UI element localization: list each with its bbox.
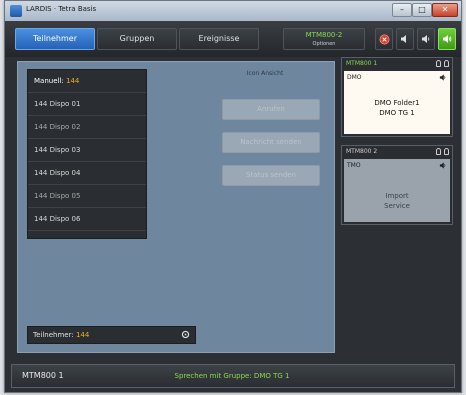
participant-counter: Teilnehmer: 144 <box>27 326 196 344</box>
list-item[interactable]: Manuell: 144 <box>28 70 146 93</box>
card-title: MTM800 2 <box>346 148 378 155</box>
list-item[interactable]: 144 Dispo 01 <box>28 93 146 116</box>
send-message-button[interactable]: Nachricht senden <box>222 132 320 153</box>
status-message: Sprechen mit Gruppe: DMO TG 1 <box>174 372 290 380</box>
list-item[interactable]: 144 Dispo 03 <box>28 139 146 162</box>
list-item[interactable]: 144 Dispo 04 <box>28 162 146 185</box>
card-mode: TMO <box>347 162 361 169</box>
device-card-1[interactable]: MTM800 1 DMO DMO Folder1 DMO TG 1 <box>341 57 453 137</box>
card-header: MTM800 2 <box>342 146 452 158</box>
emergency-button[interactable] <box>375 28 393 50</box>
list-item[interactable]: 144 Dispo 05 <box>28 185 146 208</box>
lock-icon <box>436 60 441 67</box>
card-folder: DMO Folder1 <box>374 99 420 107</box>
card-header-icons <box>436 148 449 155</box>
close-button[interactable]: ✕ <box>432 3 458 17</box>
card-body: TMO Import Service <box>344 159 450 222</box>
speaker-icon <box>439 162 446 169</box>
volume-up-button[interactable] <box>438 28 456 50</box>
tab-teilnehmer[interactable]: Teilnehmer <box>15 28 95 50</box>
card-folder: Import <box>385 192 409 200</box>
lock-icon <box>444 148 449 155</box>
tab-gruppen[interactable]: Gruppen <box>97 28 177 50</box>
card-mode: DMO <box>347 74 362 81</box>
minimize-button[interactable]: – <box>392 3 412 17</box>
speaker-mute-icon <box>401 35 406 43</box>
window-title: LARDIS · Tetra Basis <box>26 5 97 13</box>
refresh-icon[interactable] <box>181 330 190 339</box>
top-navigation: Teilnehmer Gruppen Ereignisse MTM800-2 O… <box>5 21 461 57</box>
volume-down-button[interactable] <box>417 28 435 50</box>
counter-label: Teilnehmer: <box>33 331 74 339</box>
icon-view-toggle[interactable]: Icon Ansicht <box>225 70 305 77</box>
tab-ereignisse[interactable]: Ereignisse <box>179 28 259 50</box>
card-talkgroup: Service <box>384 202 410 210</box>
card-header: MTM800 1 <box>342 58 452 70</box>
device-card-2[interactable]: MTM800 2 TMO Import Service <box>341 145 453 225</box>
list-item[interactable]: 144 Dispo 06 <box>28 208 146 231</box>
call-button[interactable]: Anrufen <box>222 99 320 120</box>
send-status-button[interactable]: Status senden <box>222 165 320 186</box>
participant-list: Manuell: 144 144 Dispo 01 144 Dispo 02 1… <box>27 69 147 239</box>
alarm-icon <box>379 34 389 44</box>
maximize-button[interactable]: □ <box>412 3 432 17</box>
mute-button[interactable] <box>396 28 414 50</box>
status-device: MTM800 1 <box>22 371 64 380</box>
counter-value: 144 <box>75 331 90 339</box>
manual-entry-value: 144 <box>66 77 80 85</box>
device-options-button[interactable]: MTM800-2 Optionen <box>283 28 365 50</box>
status-bar: MTM800 1 Sprechen mit Gruppe: DMO TG 1 <box>11 364 455 388</box>
lock-icon <box>436 148 441 155</box>
participants-panel: Manuell: 144 144 Dispo 01 144 Dispo 02 1… <box>17 61 335 353</box>
card-title: MTM800 1 <box>346 60 378 67</box>
speaker-icon <box>439 74 446 81</box>
app-icon <box>10 5 22 17</box>
card-body: DMO DMO Folder1 DMO TG 1 <box>344 71 450 134</box>
device-options-label: Optionen <box>312 41 336 47</box>
speaker-low-icon <box>422 35 430 43</box>
title-bar: LARDIS · Tetra Basis – □ ✕ <box>5 1 461 21</box>
manual-entry-label: Manuell: <box>34 77 64 85</box>
device-name: MTM800-2 <box>305 31 343 39</box>
app-window: LARDIS · Tetra Basis – □ ✕ Teilnehmer Gr… <box>4 0 462 393</box>
lock-icon <box>444 60 449 67</box>
speaker-high-icon <box>443 35 452 43</box>
card-header-icons <box>436 60 449 67</box>
list-item[interactable]: 144 Dispo 02 <box>28 116 146 139</box>
card-talkgroup: DMO TG 1 <box>379 109 415 117</box>
